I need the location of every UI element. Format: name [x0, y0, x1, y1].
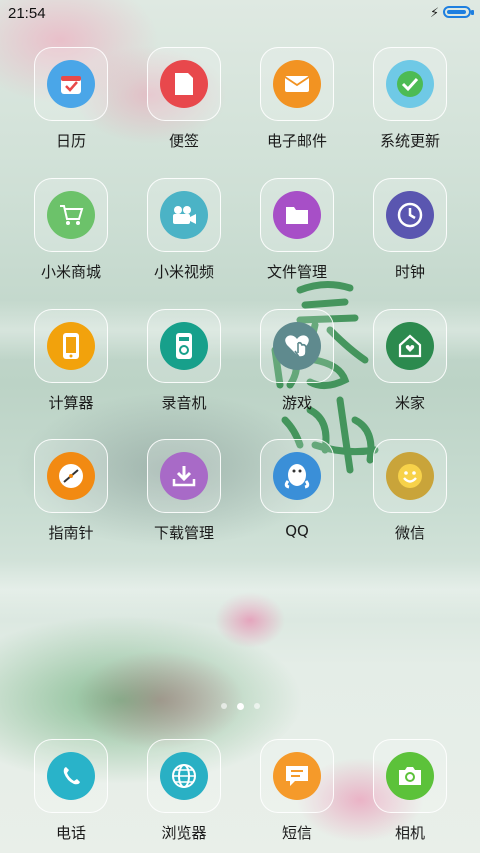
- dock-phone[interactable]: 电话: [26, 739, 116, 843]
- phone-icon: [47, 752, 95, 800]
- app-wechat[interactable]: 微信: [365, 439, 455, 543]
- folder-icon: [273, 191, 321, 239]
- app-label: 电话: [55, 824, 86, 842]
- dock-browser[interactable]: 浏览器: [139, 739, 229, 843]
- app-mi-video[interactable]: 小米视频: [139, 178, 229, 282]
- app-games[interactable]: 游戏: [252, 309, 342, 413]
- app-notes[interactable]: 便签: [139, 47, 229, 151]
- app-label: 小米视频: [153, 263, 214, 281]
- recorder-icon: [160, 322, 208, 370]
- compass-icon: [47, 452, 95, 500]
- app-mi-store[interactable]: 小米商城: [26, 178, 116, 282]
- app-label: 便签: [168, 132, 199, 150]
- app-calendar[interactable]: 日历: [26, 47, 116, 151]
- app-label: 浏览器: [161, 824, 207, 842]
- app-label: 指南针: [48, 524, 94, 542]
- app-label: 相机: [394, 824, 425, 842]
- calendar-icon: [47, 60, 95, 108]
- cart-icon: [47, 191, 95, 239]
- page-dot[interactable]: [220, 703, 227, 709]
- page-indicator[interactable]: [0, 700, 480, 712]
- app-compass[interactable]: 指南针: [26, 439, 116, 543]
- dock-camera[interactable]: 相机: [365, 739, 455, 843]
- app-label: 小米商城: [40, 263, 101, 281]
- app-label: 下载管理: [153, 524, 214, 542]
- page-dot[interactable]: [253, 703, 260, 709]
- app-label: 系统更新: [379, 132, 440, 150]
- app-download-manager[interactable]: 下载管理: [139, 439, 229, 543]
- app-system-update[interactable]: 系统更新: [365, 47, 455, 151]
- lightning-icon: ⚡: [430, 6, 440, 21]
- qq-penguin-icon: [273, 452, 321, 500]
- app-label: 录音机: [161, 394, 207, 412]
- wallpaper-mist: [0, 560, 480, 620]
- status-bar: 21:54 ⚡: [0, 0, 480, 28]
- app-label: 米家: [394, 394, 425, 412]
- app-recorder[interactable]: 录音机: [139, 309, 229, 413]
- app-file-manager[interactable]: 文件管理: [252, 178, 342, 282]
- status-time: 21:54: [8, 5, 46, 22]
- clock-icon: [386, 191, 434, 239]
- app-label: 微信: [394, 524, 425, 542]
- message-icon: [273, 752, 321, 800]
- dock-messages[interactable]: 短信: [252, 739, 342, 843]
- camera-icon: [386, 752, 434, 800]
- home-icon: [386, 322, 434, 370]
- app-label: 游戏: [281, 394, 312, 412]
- app-label: 电子邮件: [266, 132, 327, 150]
- app-label: 文件管理: [266, 263, 327, 281]
- app-label: 计算器: [48, 394, 94, 412]
- app-label: 短信: [281, 824, 312, 842]
- app-label: 时钟: [394, 263, 425, 281]
- download-icon: [160, 452, 208, 500]
- page-dot-active[interactable]: [236, 702, 244, 710]
- check-update-icon: [386, 60, 434, 108]
- video-camera-icon: [160, 191, 208, 239]
- globe-icon: [160, 752, 208, 800]
- app-email[interactable]: 电子邮件: [252, 47, 342, 151]
- mail-icon: [273, 60, 321, 108]
- game-icon: [273, 322, 321, 370]
- app-qq[interactable]: QQ: [252, 439, 342, 540]
- app-calculator[interactable]: 计算器: [26, 309, 116, 413]
- battery-icon: [443, 6, 474, 18]
- app-label: QQ: [285, 522, 309, 540]
- smiley-icon: [386, 452, 434, 500]
- app-clock[interactable]: 时钟: [365, 178, 455, 282]
- calculator-icon: [47, 322, 95, 370]
- app-mijia[interactable]: 米家: [365, 309, 455, 413]
- note-icon: [160, 60, 208, 108]
- app-label: 日历: [55, 132, 86, 150]
